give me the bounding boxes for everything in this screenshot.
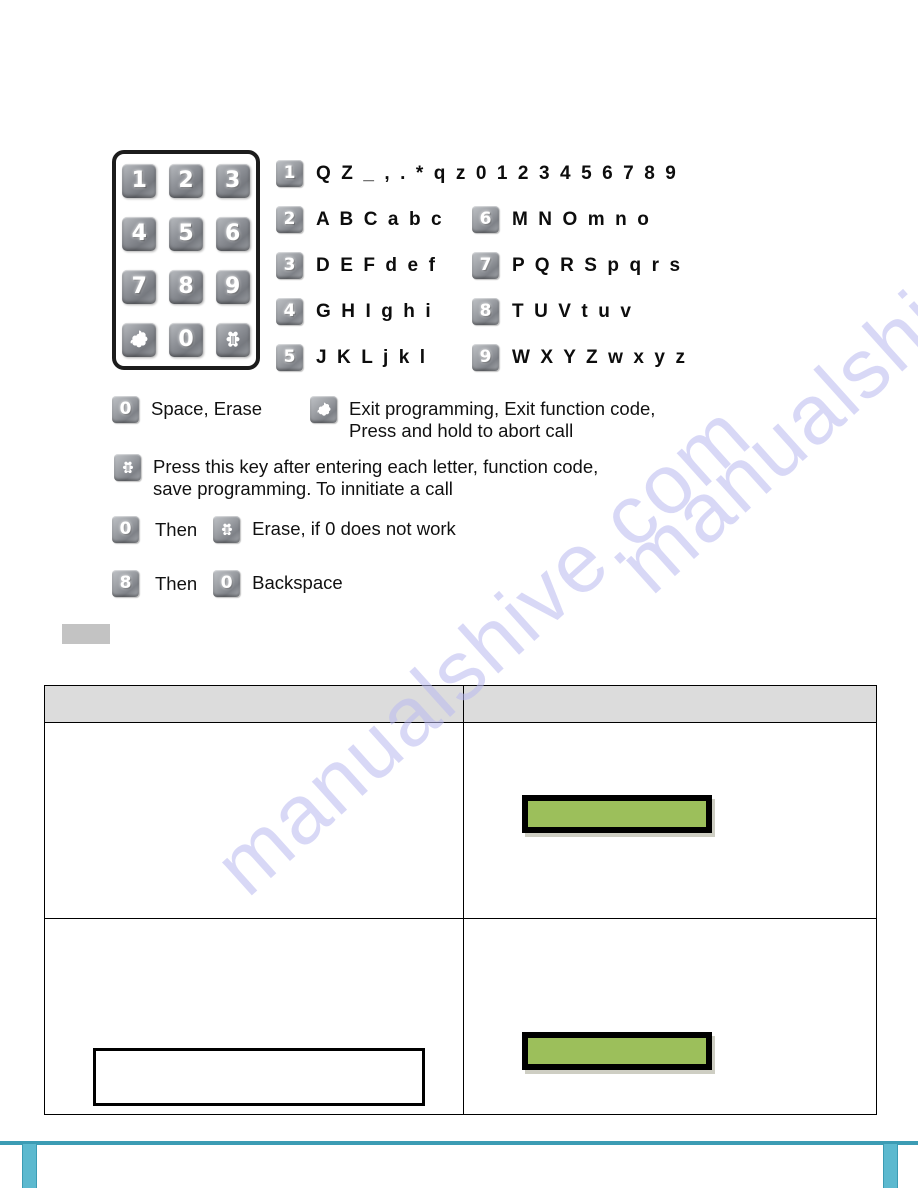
char-map-entry-7: 7 P Q R S p q r s bbox=[472, 252, 683, 279]
footer-tab-left bbox=[22, 1144, 37, 1188]
legend-label-exit: Exit programming, Exit function code, Pr… bbox=[349, 398, 656, 441]
legend-connector-then: Then bbox=[155, 519, 198, 540]
keypad-key-star[interactable] bbox=[122, 322, 157, 357]
char-map-chars: T U V t u v bbox=[512, 300, 634, 322]
redacted-gray-block bbox=[62, 624, 110, 644]
key-icon-2: 2 bbox=[276, 206, 303, 233]
key-icon-9: 9 bbox=[472, 344, 499, 371]
char-map-row: 1 Q Z _ , . * q z 0 1 2 3 4 5 6 7 8 9 bbox=[276, 160, 746, 206]
char-map-chars: J K L j k l bbox=[316, 346, 428, 368]
char-map-row: 4 G H I g h i 8 T U V t u v bbox=[276, 298, 746, 344]
char-map-chars: Q Z _ , . * q z 0 1 2 3 4 5 6 7 8 9 bbox=[316, 162, 679, 184]
keypad-key-4[interactable]: 4 bbox=[122, 216, 157, 251]
legend-label-backspace-combo: Backspace bbox=[252, 572, 343, 593]
char-map-entry-5: 5 J K L j k l bbox=[276, 344, 428, 371]
char-map-row: 3 D E F d e f 7 P Q R S p q r s bbox=[276, 252, 746, 298]
legend-label-confirm: Press this key after entering each lette… bbox=[153, 456, 599, 499]
char-map-row: 2 A B C a b c 6 M N O m n o bbox=[276, 206, 746, 252]
table-cell-left-2 bbox=[44, 918, 464, 1115]
keypad-key-2[interactable]: 2 bbox=[168, 163, 203, 198]
table-row bbox=[44, 918, 877, 1115]
table-cell-right-2 bbox=[463, 918, 877, 1115]
key-icon-0: 0 bbox=[112, 396, 139, 423]
key-icon-pound bbox=[213, 516, 241, 543]
lcd-display-1 bbox=[522, 795, 712, 833]
legend-row-confirm: Press this key after entering each lette… bbox=[114, 454, 714, 500]
instruction-table bbox=[44, 685, 877, 1115]
keypad-key-3[interactable]: 3 bbox=[215, 163, 250, 198]
char-map-entry-2: 2 A B C a b c bbox=[276, 206, 444, 233]
keypad-key-9[interactable]: 9 bbox=[215, 269, 250, 304]
note-box bbox=[93, 1048, 425, 1106]
key-icon-8: 8 bbox=[112, 570, 139, 597]
key-icon-7: 7 bbox=[472, 252, 499, 279]
char-map-chars: D E F d e f bbox=[316, 254, 438, 276]
key-icon-0: 0 bbox=[112, 516, 139, 543]
legend-row-erase-combo: 0 Then Erase, if 0 does not work bbox=[112, 516, 456, 543]
legend-label-space-erase: Space, Erase bbox=[151, 398, 263, 419]
keypad-key-7[interactable]: 7 bbox=[122, 269, 157, 304]
char-map-entry-1: 1 Q Z _ , . * q z 0 1 2 3 4 5 6 7 8 9 bbox=[276, 160, 678, 187]
table-cell-right-1 bbox=[463, 722, 877, 919]
char-map-row: 5 J K L j k l 9 W X Y Z w x y z bbox=[276, 344, 746, 390]
keypad-key-pound[interactable] bbox=[215, 322, 250, 357]
keypad-key-8[interactable]: 8 bbox=[168, 269, 203, 304]
char-map-chars: P Q R S p q r s bbox=[512, 254, 683, 276]
char-map-entry-3: 3 D E F d e f bbox=[276, 252, 438, 279]
table-cell-left-1 bbox=[44, 722, 464, 919]
key-icon-pound bbox=[114, 454, 141, 481]
table-header-cell-right bbox=[463, 685, 877, 723]
legend-row-space-erase: 0 Space, Erase bbox=[112, 396, 262, 423]
char-map-chars: G H I g h i bbox=[316, 300, 434, 322]
keypad-panel: 123 456 7890 bbox=[112, 150, 260, 370]
keypad-key-1[interactable]: 1 bbox=[122, 163, 157, 198]
footer-tab-right bbox=[883, 1144, 898, 1188]
char-map-chars: W X Y Z w x y z bbox=[512, 346, 688, 368]
keypad-key-0[interactable]: 0 bbox=[168, 322, 203, 357]
keypad-key-6[interactable]: 6 bbox=[215, 216, 250, 251]
char-map-chars: M N O m n o bbox=[512, 208, 652, 230]
keypad-key-5[interactable]: 5 bbox=[168, 216, 203, 251]
legend-row-exit: Exit programming, Exit function code, Pr… bbox=[310, 396, 780, 442]
table-row bbox=[44, 722, 877, 919]
char-map-entry-4: 4 G H I g h i bbox=[276, 298, 433, 325]
char-map-chars: A B C a b c bbox=[316, 208, 445, 230]
key-icon-6: 6 bbox=[472, 206, 499, 233]
lcd-display-2 bbox=[522, 1032, 712, 1070]
key-icon-3: 3 bbox=[276, 252, 303, 279]
char-map-entry-8: 8 T U V t u v bbox=[472, 298, 634, 325]
key-icon-star bbox=[310, 396, 337, 423]
key-icon-5: 5 bbox=[276, 344, 303, 371]
legend-label-erase-combo: Erase, if 0 does not work bbox=[252, 518, 456, 539]
table-header-row bbox=[44, 685, 877, 723]
legend-row-backspace-combo: 8 Then 0 Backspace bbox=[112, 570, 343, 597]
key-icon-4: 4 bbox=[276, 298, 303, 325]
key-icon-1: 1 bbox=[276, 160, 303, 187]
footer-rule bbox=[0, 1141, 918, 1145]
char-map-entry-9: 9 W X Y Z w x y z bbox=[472, 344, 688, 371]
key-icon-8: 8 bbox=[472, 298, 499, 325]
character-map-list: 1 Q Z _ , . * q z 0 1 2 3 4 5 6 7 8 9 2 A B… bbox=[276, 160, 746, 390]
char-map-entry-6: 6 M N O m n o bbox=[472, 206, 651, 233]
key-icon-0: 0 bbox=[213, 570, 241, 597]
table-header-cell-left bbox=[44, 685, 464, 723]
legend-connector-then: Then bbox=[155, 573, 198, 594]
